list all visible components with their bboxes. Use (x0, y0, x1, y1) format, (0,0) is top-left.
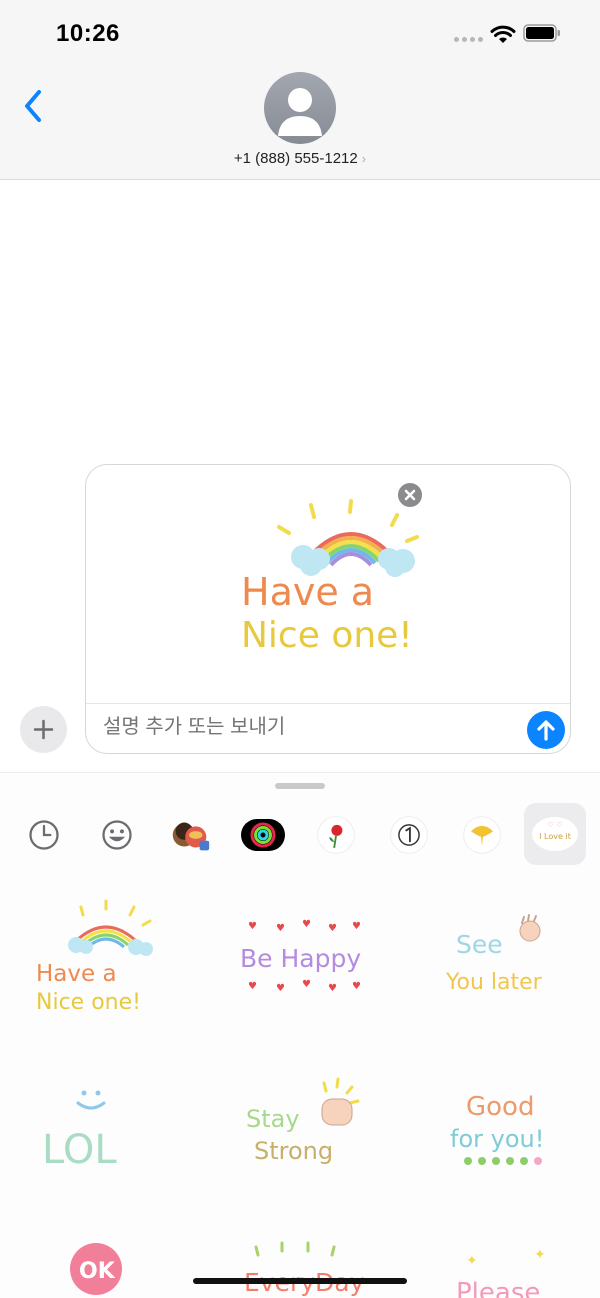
svg-text:♥: ♥ (302, 919, 311, 930)
clock-icon (29, 820, 59, 850)
rose-sticker-button[interactable] (312, 811, 360, 859)
circled-one-icon (390, 816, 428, 854)
svg-text:♥: ♥ (328, 923, 337, 934)
app-strip: ♡ ♡ I Love it (0, 803, 600, 867)
ginkgo-leaf-button[interactable] (458, 811, 506, 859)
svg-text:♥: ♥ (248, 981, 257, 992)
sticker-art: EveryDay (244, 1241, 365, 1297)
back-chevron-icon[interactable] (18, 86, 48, 126)
sticker-art: Have a Nice one! (36, 899, 153, 1015)
sticker-see-you-later[interactable]: See You later (426, 897, 576, 1017)
sticker-line1: Be Happy (240, 944, 361, 973)
sticker-art: OK (70, 1243, 122, 1295)
sticker-line1: Please (456, 1278, 540, 1298)
svg-text:♥: ♥ (328, 983, 337, 994)
i-love-it-label: I Love it (539, 832, 571, 841)
svg-text:♥: ♥ (248, 921, 257, 932)
preview-line1: Have a (241, 570, 374, 614)
sticker-line1: LOL (42, 1127, 117, 1173)
activity-button[interactable] (239, 811, 287, 859)
person-silhouette-icon (278, 88, 322, 136)
memoji-icon (172, 822, 210, 851)
sticker-art: Stay Strong (246, 1077, 360, 1165)
contact-number: +1 (888) 555-1212 (233, 150, 358, 167)
sticker-line1: OK (79, 1259, 116, 1284)
sticker-good-for-you[interactable]: Good for you! (426, 1071, 576, 1191)
sticker-have-a-nice-one[interactable]: Have a Nice one! (26, 897, 176, 1017)
svg-text:♡ ♡: ♡ ♡ (548, 821, 563, 829)
preview-sticker: Have a Nice one! (241, 499, 419, 656)
wifi-icon (490, 25, 516, 43)
i-love-it-pack-button[interactable]: ♡ ♡ I Love it (524, 803, 586, 865)
memoji-button[interactable] (166, 811, 214, 859)
sticker-art: ✦ ✦ Please (456, 1247, 546, 1298)
sticker-everyday[interactable]: EveryDay (226, 1229, 376, 1298)
emoji-stickers-button[interactable] (93, 811, 141, 859)
svg-text:♥: ♥ (276, 923, 285, 934)
close-icon (404, 489, 416, 501)
contact-avatar[interactable] (264, 72, 336, 144)
compose-divider (86, 703, 570, 704)
arrow-up-icon (537, 720, 555, 741)
svg-text:✦: ✦ (534, 1247, 546, 1263)
recents-button[interactable] (20, 811, 68, 859)
i-love-it-pack-icon: ♡ ♡ I Love it (532, 817, 578, 851)
sticker-art: LOL (42, 1090, 117, 1173)
app-drawer: ♡ ♡ I Love it Have a Nice one! ♥ ♥ ♥ ♥ ♥… (0, 772, 600, 1298)
sticker-be-happy[interactable]: ♥ ♥ ♥ ♥ ♥ ♥ ♥ ♥ ♥ ♥ Be Happy (226, 897, 376, 1017)
sticker-line2: Nice one! (36, 990, 141, 1015)
drawer-grabber[interactable] (275, 783, 325, 789)
sticker-line1: Good (466, 1092, 534, 1122)
sticker-art: See You later (445, 914, 543, 995)
sticker-grid: Have a Nice one! ♥ ♥ ♥ ♥ ♥ ♥ ♥ ♥ ♥ ♥ Be Happy Se… (0, 883, 600, 1298)
activity-rings-icon (241, 819, 285, 851)
remove-attachment-button[interactable] (396, 481, 424, 509)
sticker-line1: Have a (36, 961, 117, 987)
ginkgo-leaf-icon (463, 816, 501, 854)
svg-text:♥: ♥ (352, 921, 361, 932)
sticker-stay-strong[interactable]: Stay Strong (226, 1071, 376, 1191)
caption-input[interactable] (103, 716, 503, 739)
sticker-line2: Strong (254, 1137, 333, 1165)
status-bar: 10:26 (0, 0, 600, 60)
svg-text:♥: ♥ (276, 983, 285, 994)
conversation-header: +1 (888) 555-1212 › (0, 60, 600, 180)
sticker-art: Good for you! (450, 1092, 544, 1165)
svg-text:✦: ✦ (466, 1253, 478, 1269)
sticker-line2: for you! (450, 1125, 544, 1153)
sticker-lol[interactable]: LOL (26, 1071, 176, 1191)
send-button[interactable] (527, 711, 565, 749)
sticker-ok[interactable]: OK (26, 1229, 176, 1298)
chevron-right-icon: › (361, 151, 367, 166)
svg-text:♥: ♥ (352, 981, 361, 992)
sticker-line1: Stay (246, 1105, 300, 1133)
plus-icon (33, 719, 54, 740)
sticker-line1: See (456, 930, 503, 959)
sticker-line2: You later (445, 970, 543, 995)
rose-icon (317, 816, 355, 854)
sticker-art: ♥ ♥ ♥ ♥ ♥ ♥ ♥ ♥ ♥ ♥ Be Happy (240, 919, 361, 994)
number-one-button[interactable] (385, 811, 433, 859)
apps-plus-button[interactable] (20, 706, 67, 753)
home-indicator[interactable] (193, 1278, 407, 1284)
preview-line2: Nice one! (241, 615, 413, 656)
smiley-icon (102, 820, 132, 850)
cellular-signal-icon (454, 37, 483, 42)
svg-text:♥: ♥ (302, 979, 311, 990)
status-time: 10:26 (56, 20, 120, 47)
battery-icon (523, 24, 560, 42)
contact-name-row[interactable]: +1 (888) 555-1212 › (0, 150, 600, 167)
sticker-please[interactable]: ✦ ✦ Please (426, 1229, 576, 1298)
compose-field[interactable]: Have a Nice one! (85, 464, 571, 754)
